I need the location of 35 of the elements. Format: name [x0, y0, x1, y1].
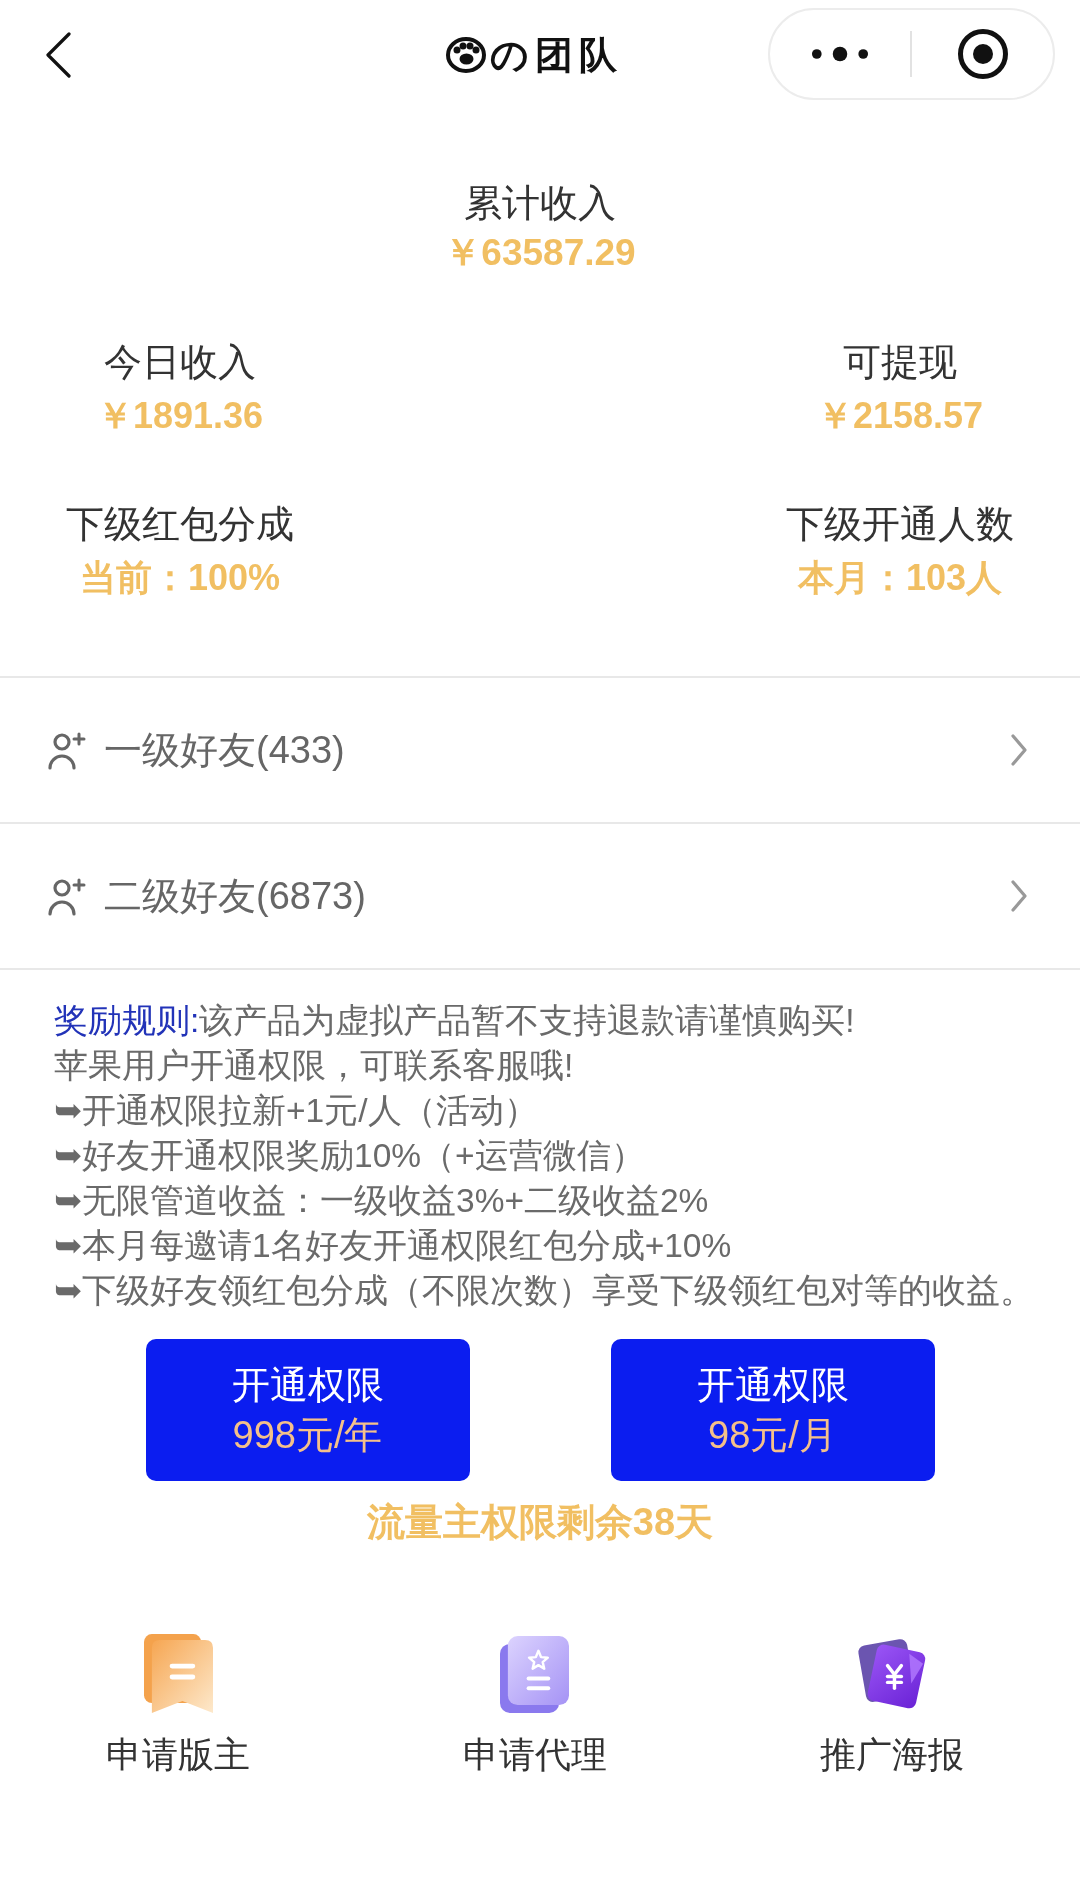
star-card-icon	[500, 1636, 570, 1713]
action-item[interactable]: 申请代理	[356, 1633, 714, 1777]
paw-icon	[446, 37, 486, 73]
chevron-right-icon	[1010, 733, 1028, 767]
stat-value: ￥2158.57	[816, 394, 984, 438]
more-dots-icon	[811, 46, 869, 62]
stat-value: 本月：103人	[797, 556, 1003, 600]
target-icon	[956, 28, 1009, 80]
rule-line: 苹果用户开通权限，可联系客服哦!	[54, 1046, 574, 1086]
subscribe-button[interactable]: 开通权限 998元/年	[145, 1339, 470, 1481]
subscribe-button[interactable]: 开通权限 98元/月	[610, 1339, 935, 1481]
action-item[interactable]: 推广海报	[713, 1633, 1070, 1777]
back-chevron-icon	[45, 32, 71, 78]
add-person-icon	[48, 730, 88, 770]
page-title: の团队	[490, 33, 623, 78]
rule-line: ➥无限管道收益：一级收益3%+二级收益2%	[54, 1181, 709, 1221]
stat-value: 当前：100%	[79, 556, 281, 600]
rule-line: ➥开通权限拉新+1元/人（活动）	[54, 1091, 538, 1131]
total-income-value: ￥63587.29	[444, 231, 636, 275]
rule-line: ➥本月每邀请1名好友开通权限红包分成+10%	[54, 1226, 732, 1266]
stat-label: 下级红包分成	[66, 502, 294, 547]
stat-label: 可提现	[843, 340, 957, 385]
stat-label: 今日收入	[104, 340, 256, 385]
action-item[interactable]: 申请版主	[0, 1633, 357, 1777]
rule-line: ➥下级好友领红包分成（不限次数）享受下级领红包对等的收益。	[54, 1271, 1034, 1311]
add-person-icon	[48, 876, 88, 916]
stat-label: 下级开通人数	[786, 502, 1014, 547]
stat-value: ￥1891.36	[96, 394, 264, 438]
bookmark-note-icon	[143, 1634, 213, 1713]
rule-line: ➥好友开通权限奖励10%（+运营微信）	[54, 1136, 645, 1176]
chevron-right-icon	[1010, 879, 1028, 913]
rules-heading: 奖励规则:	[54, 1001, 200, 1041]
rules-text: 该产品为虚拟产品暂不支持退款请谨慎购买!	[199, 1001, 855, 1041]
remaining-days-text: 流量主权限剩余38天	[366, 1500, 714, 1545]
total-income-label: 累计收入	[464, 181, 616, 226]
